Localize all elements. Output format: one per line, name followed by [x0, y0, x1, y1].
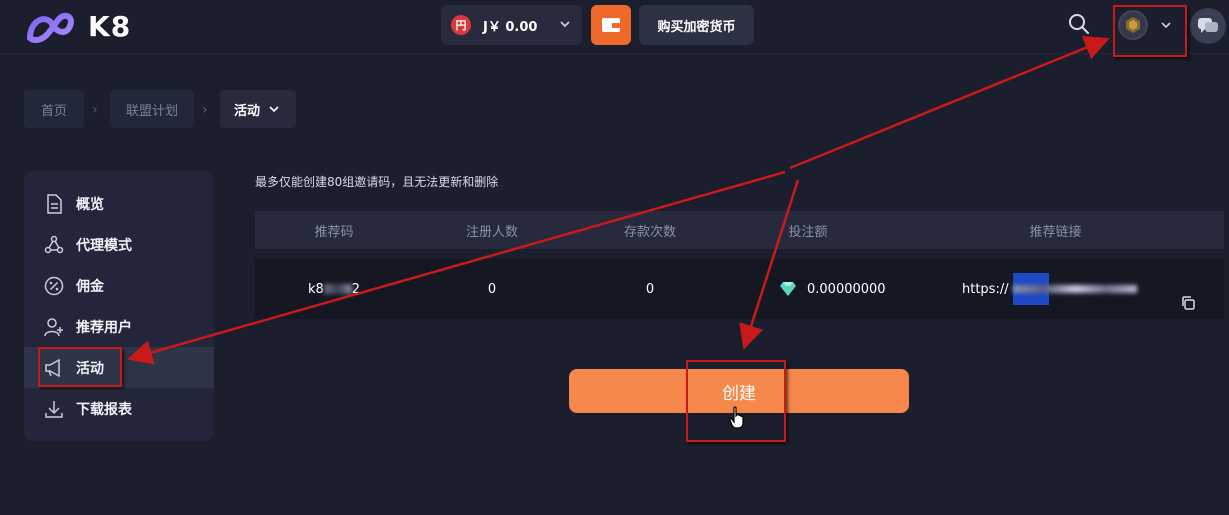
- annotation-arrow: [739, 179, 800, 350]
- annotation-arrow: [127, 170, 786, 365]
- annotation-arrows: [127, 35, 1110, 365]
- annotation-arrow: [789, 35, 1110, 170]
- hand-cursor-icon: [729, 406, 744, 429]
